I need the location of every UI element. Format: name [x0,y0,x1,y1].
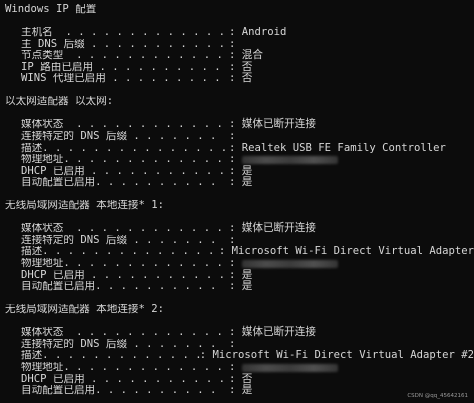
config-value: 否 [241,72,253,85]
config-separator: : [229,280,242,293]
config-key: DHCP 已启用 . . . . . . . . . . . [21,165,225,177]
adapter-section: 无线局域网适配器 本地连接* 1: 媒体状态 . . . . . . . . . … [5,200,474,304]
redacted-mac-address [241,260,338,269]
host-info-section: 主机名 . . . . . . . . . . . . .: Android 主 … [5,27,474,96]
config-value: 混合 [241,49,263,62]
config-key: 节点类型 . . . . . . . . . . . . [21,50,223,62]
config-key: 物理地址. . . . . . . . . . . . . [21,154,223,166]
config-separator: : [199,349,213,362]
adapter-header: 以太网适配器 以太网: [5,96,114,108]
adapters-list: 以太网适配器 以太网: 媒体状态 . . . . . . . . . . . .:… [5,96,474,396]
config-key: 自动配置已启用. . . . . . . . . . [21,385,217,397]
config-row: 物理地址. . . . . . . . . . . . .: [5,154,474,166]
config-key: IP 路由已启用 . . . . . . . . . . [21,61,221,73]
config-key: 连接特定的 DNS 后缀 . . . . . . . [21,338,217,350]
config-separator: : [229,176,242,189]
redacted-mac-address [241,363,338,372]
config-key: 主 DNS 后缀 . . . . . . . . . . . [21,38,225,50]
config-value: 是 [241,280,253,293]
config-value: Realtek USB FE Family Controller [241,141,446,154]
config-key: 媒体状态 . . . . . . . . . . . . [21,119,223,131]
config-key: 描述. . . . . . . . . . . . . . . [21,350,200,362]
config-separator: : [229,26,242,39]
config-row: WINS 代理已启用 . . . . . . . . .: 否 [5,73,474,85]
config-row: 连接特定的 DNS 后缀 . . . . . . .: [5,130,474,143]
adapter-header: 无线局域网适配器 本地连接* 1: [5,200,165,212]
config-key: 连接特定的 DNS 后缀 . . . . . . . [21,131,217,143]
config-key: 描述. . . . . . . . . . . . . . . [21,142,228,154]
watermark: CSDN @qq_45642161 [407,393,468,399]
config-separator: : [229,49,242,62]
config-key: 主机名 . . . . . . . . . . . . . [21,27,225,39]
config-value: 媒体已断开连接 [241,326,316,339]
adapter-header: 无线局域网适配器 本地连接* 2: [5,304,165,316]
config-key: 媒体状态 . . . . . . . . . . . . [21,327,223,339]
config-key: DHCP 已启用 . . . . . . . . . . . [21,373,225,385]
config-separator: : [229,257,242,270]
config-key: DHCP 已启用 . . . . . . . . . . . [21,269,225,281]
config-row: 自动配置已启用. . . . . . . . . .: 是 [5,177,474,189]
config-row: 物理地址. . . . . . . . . . . . .: [5,360,474,374]
config-row: 物理地址. . . . . . . . . . . . .: [5,257,474,270]
redacted-mac-address [241,156,338,165]
config-key: 自动配置已启用. . . . . . . . . . [21,281,217,293]
config-key: WINS 代理已启用 . . . . . . . . . [21,73,221,85]
config-separator: : [229,153,242,166]
adapter-section: 无线局域网适配器 本地连接* 2: 媒体状态 . . . . . . . . . … [5,304,474,396]
config-value: 媒体已断开连接 [241,118,316,131]
config-row: 主机名 . . . . . . . . . . . . .: Android [5,27,474,39]
config-value: 是 [241,176,253,189]
config-key: 连接特定的 DNS 后缀 . . . . . . . [21,234,217,246]
terminal-output[interactable]: Windows IP 配置 主机名 . . . . . . . . . . . … [5,4,474,397]
adapter-section: 以太网适配器 以太网: 媒体状态 . . . . . . . . . . . .:… [5,96,474,200]
config-key: 描述. . . . . . . . . . . . . . . [21,246,219,258]
config-row: 自动配置已启用. . . . . . . . . .: 是 [5,384,474,397]
config-value: Microsoft Wi-Fi Direct Virtual Adapter #… [212,349,474,362]
config-value: 媒体已断开连接 [241,222,316,235]
ip-config-title: Windows IP 配置 [5,4,97,15]
config-key: 媒体状态 . . . . . . . . . . . . [21,223,223,235]
config-key: 自动配置已启用. . . . . . . . . . [21,177,217,189]
config-row: 节点类型 . . . . . . . . . . . .: 混合 [5,50,474,62]
config-separator: : [229,360,242,373]
config-separator: : [229,384,242,397]
config-separator: : [229,72,242,85]
config-value: 是 [241,384,253,397]
config-value: Android [241,26,287,39]
config-row: 自动配置已启用. . . . . . . . . .: 是 [5,281,474,293]
config-key: 物理地址. . . . . . . . . . . . . [21,258,223,270]
config-key: 物理地址. . . . . . . . . . . . . [21,361,223,373]
config-separator: : [229,130,242,143]
config-value: Microsoft Wi-Fi Direct Virtual Adapter [231,245,474,258]
